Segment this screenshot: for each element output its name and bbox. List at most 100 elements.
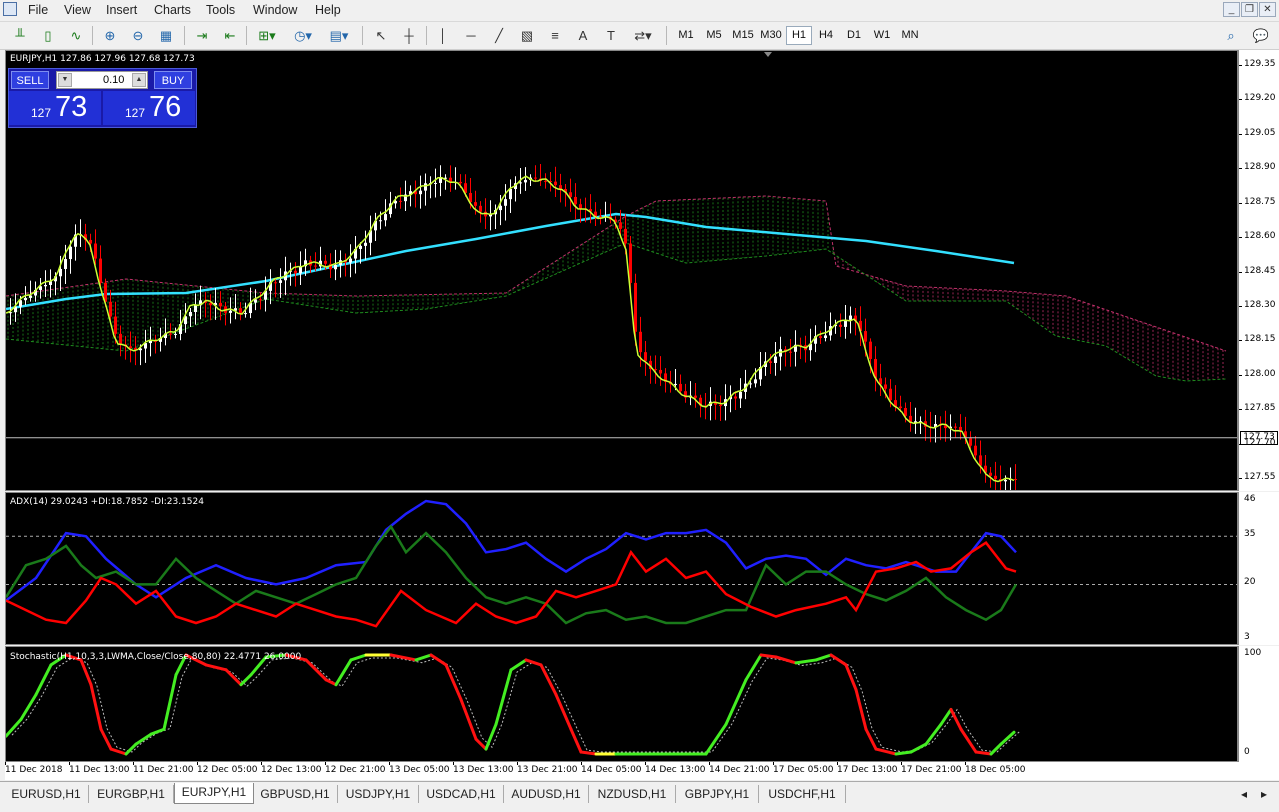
menu-window[interactable]: Window xyxy=(253,3,297,17)
tab-scroll-right-icon[interactable]: ▸ xyxy=(1256,785,1272,803)
chat-icon[interactable]: 💬 xyxy=(1250,26,1272,45)
timeframe-d1[interactable]: D1 xyxy=(841,26,867,45)
time-tick-label: 13 Dec 21:00 xyxy=(517,765,578,775)
stochastic-scale[interactable]: 100 0 xyxy=(1238,646,1279,762)
timeframe-h1[interactable]: H1 xyxy=(786,26,812,45)
search-icon[interactable]: ⌕ xyxy=(1222,26,1240,45)
candle-body xyxy=(64,259,67,269)
menu-charts[interactable]: Charts xyxy=(154,3,191,17)
chart-tabs: EURUSD,H1 EURGBP,H1 EURJPY,H1 GBPUSD,H1 … xyxy=(0,781,1279,812)
templates-icon[interactable]: ▤▾ xyxy=(326,26,352,45)
cursor-icon[interactable]: ↖ xyxy=(372,26,390,45)
time-tick-label: 13 Dec 05:00 xyxy=(389,765,450,775)
tab-nzdusd[interactable]: NZDUSD,H1 xyxy=(589,785,676,803)
price-tick xyxy=(1239,168,1242,170)
zoom-out-icon[interactable]: ⊖ xyxy=(128,26,148,45)
tab-gbpjpy[interactable]: GBPJPY,H1 xyxy=(676,785,759,803)
timeframe-mn[interactable]: MN xyxy=(897,26,923,45)
equidistant-channel-icon[interactable]: ▧ xyxy=(518,26,536,45)
candlestick-icon[interactable]: ▯ xyxy=(38,26,58,45)
arrows-icon[interactable]: ⇄▾ xyxy=(630,26,656,45)
candle-body xyxy=(849,315,852,320)
autoscroll-icon[interactable]: ⇥ xyxy=(192,26,212,45)
candle-body xyxy=(69,246,72,260)
bar-chart-icon[interactable]: ╨ xyxy=(10,26,30,45)
periods-icon[interactable]: ◷▾ xyxy=(290,26,316,45)
menu-tools[interactable]: Tools xyxy=(206,3,235,17)
menu-view[interactable]: View xyxy=(64,3,91,17)
candle-body xyxy=(149,340,152,344)
text-label-icon[interactable]: T xyxy=(602,26,620,45)
minus-di-line xyxy=(6,524,1018,625)
lot-size-field[interactable]: ▼ 0.10 ▲ xyxy=(56,71,148,89)
buy-price[interactable]: 127 76 xyxy=(103,91,195,125)
buy-button[interactable]: BUY xyxy=(154,71,192,89)
adx-scale[interactable]: 46 35 20 3 xyxy=(1238,492,1279,645)
timeframe-h4[interactable]: H4 xyxy=(813,26,839,45)
stochastic-main-segment xyxy=(924,722,943,746)
adx-pane[interactable]: ADX(14) 29.0243 +DI:18.7852 -DI:23.1524 xyxy=(5,492,1238,645)
candle-body xyxy=(94,243,97,259)
stochastic-main-segment xyxy=(829,653,848,667)
stochastic-main-segment xyxy=(34,663,53,697)
candle-body xyxy=(544,180,547,182)
candle-body xyxy=(574,196,577,205)
time-tick-label: 11 Dec 13:00 xyxy=(69,765,130,775)
sell-price[interactable]: 127 73 xyxy=(9,91,101,125)
lot-decrease-icon[interactable]: ▼ xyxy=(58,73,72,87)
tab-usdjpy[interactable]: USDJPY,H1 xyxy=(338,785,419,803)
menu-file[interactable]: File xyxy=(28,3,48,17)
timeframe-m30[interactable]: M30 xyxy=(757,26,785,45)
candle-body xyxy=(509,189,512,200)
indicators-icon[interactable]: ⊞▾ xyxy=(254,26,280,45)
candle-body xyxy=(99,258,102,283)
restore-icon[interactable]: ❐ xyxy=(1241,2,1258,17)
menu-insert[interactable]: Insert xyxy=(106,3,137,17)
sell-button[interactable]: SELL xyxy=(11,71,49,89)
close-icon[interactable]: ✕ xyxy=(1259,2,1276,17)
stochastic-main-segment xyxy=(494,668,513,726)
price-tick-label: 129.05 xyxy=(1244,127,1276,138)
horizontal-line-icon[interactable]: ─ xyxy=(462,26,480,45)
sell-price-prefix: 127 xyxy=(31,106,52,120)
stochastic-main-segment xyxy=(474,737,488,751)
line-chart-icon[interactable]: ∿ xyxy=(66,26,86,45)
candle-body xyxy=(324,260,327,264)
stochastic-pane[interactable]: Stochastic(H1,10,3,3,LWMA,Close/Close,80… xyxy=(5,646,1238,762)
tile-windows-icon[interactable]: ▦ xyxy=(156,26,176,45)
stochastic-main-segment xyxy=(524,658,543,667)
tab-scroll-left-icon[interactable]: ◂ xyxy=(1236,785,1252,803)
vertical-line-icon[interactable]: │ xyxy=(434,26,452,45)
timeframe-w1[interactable]: W1 xyxy=(869,26,895,45)
time-tick-label: 12 Dec 13:00 xyxy=(261,765,322,775)
candle-body xyxy=(384,214,387,221)
text-icon[interactable]: A xyxy=(574,26,592,45)
candle-body xyxy=(739,391,742,399)
timeframe-m5[interactable]: M5 xyxy=(701,26,727,45)
candle-body xyxy=(624,228,627,244)
candle-body xyxy=(534,177,537,179)
timeframe-m1[interactable]: M1 xyxy=(673,26,699,45)
price-scale[interactable]: 127.73 129.35 129.20 129.05 128.90 128.75 128… xyxy=(1238,50,1279,491)
tab-eurgbp[interactable]: EURGBP,H1 xyxy=(89,785,174,803)
chart-shift-icon[interactable]: ⇤ xyxy=(220,26,240,45)
menu-help[interactable]: Help xyxy=(315,3,341,17)
minimize-icon[interactable]: _ xyxy=(1223,2,1240,17)
tab-eurjpy[interactable]: EURJPY,H1 xyxy=(174,783,254,804)
candle-body xyxy=(479,205,482,212)
fibonacci-icon[interactable]: ≡ xyxy=(546,26,564,45)
tab-usdcad[interactable]: USDCAD,H1 xyxy=(419,785,504,803)
timeframe-m15[interactable]: M15 xyxy=(729,26,757,45)
candle-body xyxy=(1014,478,1017,480)
tab-audusd[interactable]: AUDUSD,H1 xyxy=(504,785,589,803)
crosshair-icon[interactable]: ┼ xyxy=(400,26,418,45)
trendline-icon[interactable]: ╱ xyxy=(490,26,508,45)
tab-gbpusd[interactable]: GBPUSD,H1 xyxy=(253,785,338,803)
candle-body xyxy=(599,216,602,218)
lot-increase-icon[interactable]: ▲ xyxy=(132,73,146,87)
price-tick xyxy=(1239,133,1242,135)
zoom-in-icon[interactable]: ⊕ xyxy=(100,26,120,45)
tab-eurusd[interactable]: EURUSD,H1 xyxy=(4,785,89,803)
tab-usdchf[interactable]: USDCHF,H1 xyxy=(759,785,846,803)
price-tick-label: 128.45 xyxy=(1244,265,1276,276)
